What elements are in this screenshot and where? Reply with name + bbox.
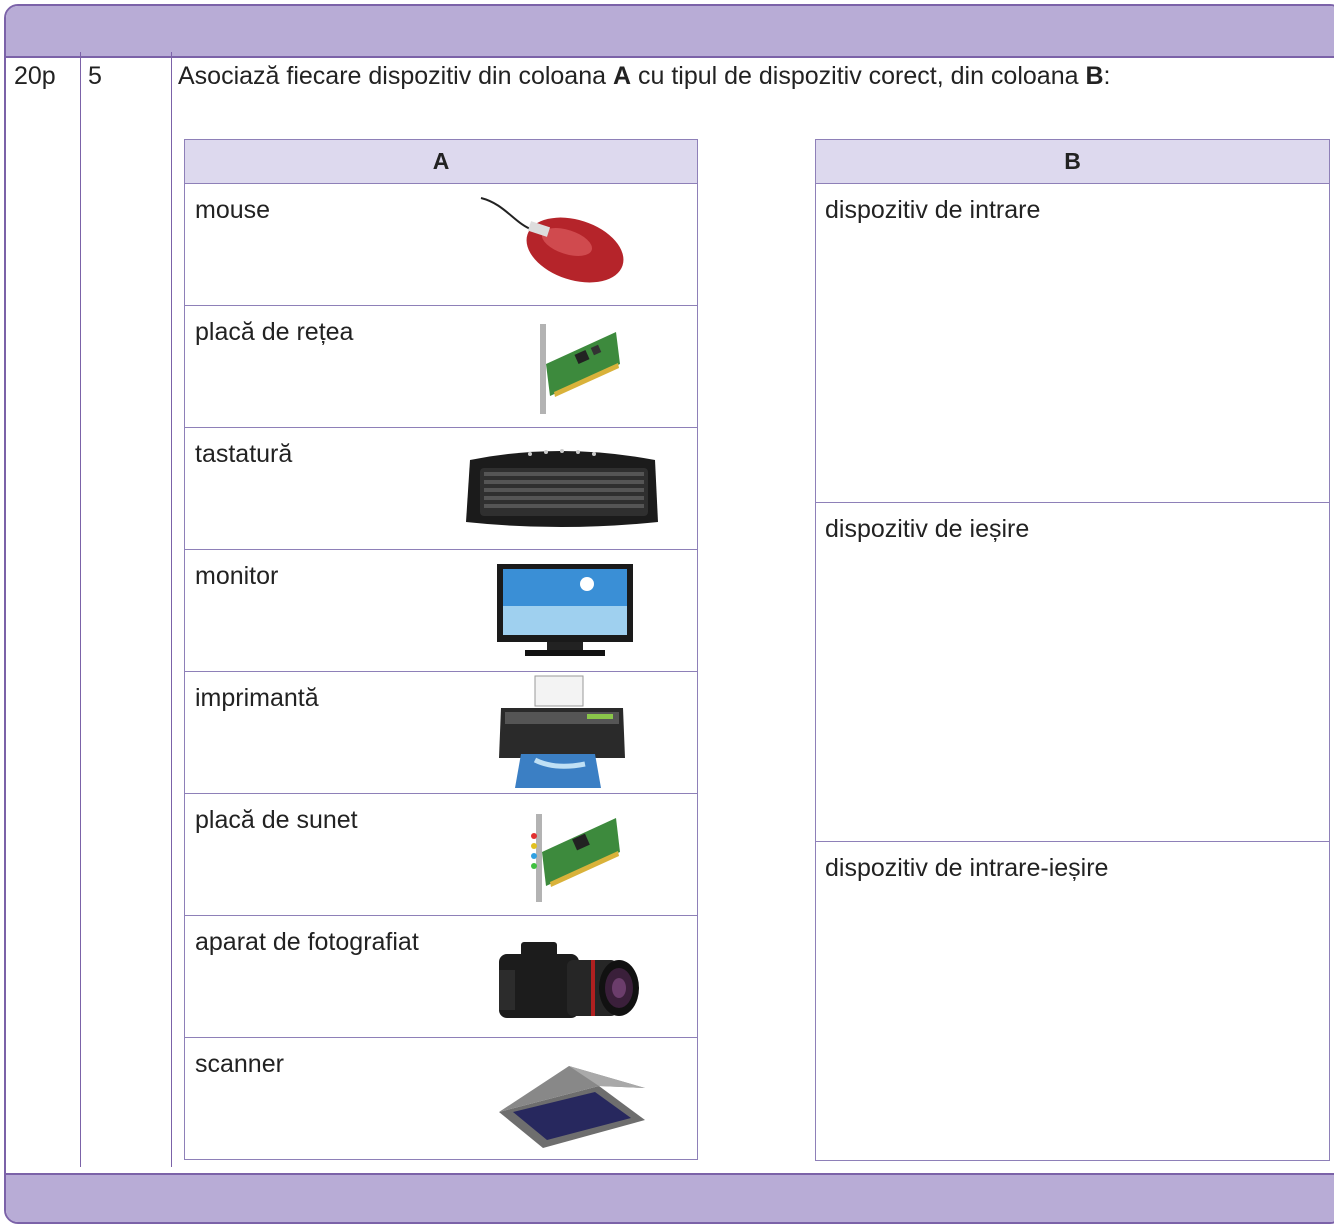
scanner-icon [495,1058,650,1153]
instruction-part: : [1103,62,1111,90]
device-label: monitor [195,562,279,590]
category-label: dispozitiv de ieșire [825,515,1030,543]
device-label: placă de sunet [195,806,358,834]
instruction-part: Asociază fiecare dispozitiv din coloana [178,62,613,90]
sound-card-icon [520,802,630,912]
column-b-table: B dispozitiv de intrare dispozitiv de ie… [815,139,1330,1161]
category-label: dispozitiv de intrare [825,196,1041,224]
device-label: imprimantă [195,684,319,712]
device-row-scanner[interactable]: scanner [184,1037,698,1160]
device-row-camera[interactable]: aparat de fotografiat [184,915,698,1038]
network-card-icon [520,314,630,424]
category-label: dispozitiv de intrare-ieșire [825,854,1109,882]
column-b-header: B [815,139,1330,184]
device-row-monitor[interactable]: monitor [184,549,698,672]
instruction-column-a: A [612,62,632,90]
divider-points [80,52,81,1167]
device-label: tastatură [195,440,293,468]
device-label: placă de rețea [195,318,354,346]
instruction-text: Asociază fiecare dispozitiv din coloana … [178,62,1110,91]
device-row-keyboard[interactable]: tastatură [184,427,698,550]
exercise-number: 5 [88,62,102,90]
device-label: scanner [195,1050,284,1078]
category-output[interactable]: dispozitiv de ieșire [815,502,1330,842]
device-label: mouse [195,196,271,224]
keyboard-icon [460,438,665,538]
top-band [6,6,1334,58]
divider-number [171,52,172,1167]
category-input-output[interactable]: dispozitiv de intrare-ieșire [815,841,1330,1161]
column-a-header: A [184,139,698,184]
category-input[interactable]: dispozitiv de intrare [815,183,1330,503]
device-row-sound-card[interactable]: placă de sunet [184,793,698,916]
device-row-network-card[interactable]: placă de rețea [184,305,698,428]
device-row-mouse[interactable]: mouse [184,183,698,306]
printer-icon [495,674,630,794]
monitor-icon [495,562,635,667]
bottom-band [6,1173,1334,1222]
instruction-column-b: B [1085,62,1104,90]
points-label: 20p [14,62,56,90]
column-a-table: A mouse placă de rețea tastatură monitor… [184,139,698,1160]
device-label: aparat de fotografiat [195,928,419,956]
camera-icon [495,930,645,1035]
device-row-printer[interactable]: imprimantă [184,671,698,794]
instruction-part: cu tipul de dispozitiv corect, din coloa… [631,62,1086,90]
mouse-icon [475,194,635,299]
